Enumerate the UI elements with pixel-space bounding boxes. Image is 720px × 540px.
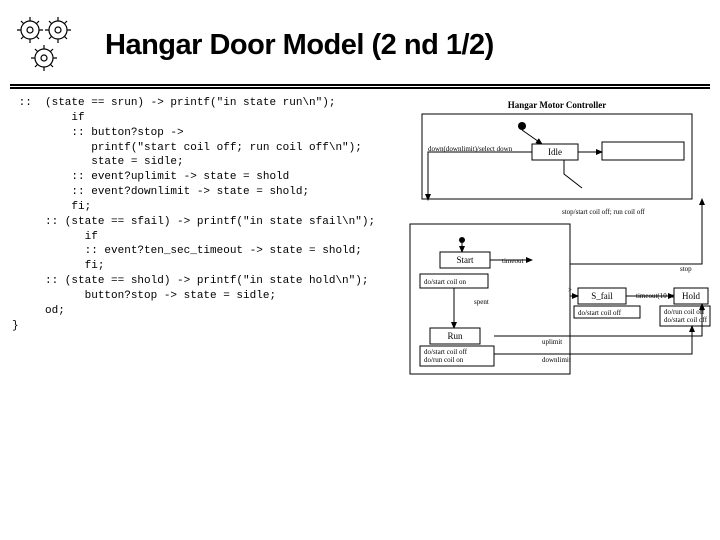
gears-logo xyxy=(10,10,95,80)
hold-label: Hold xyxy=(682,291,701,301)
initial-state xyxy=(518,122,526,130)
spent-label: spent xyxy=(474,298,489,306)
code-block: :: (state == srun) -> printf("in state r… xyxy=(12,96,375,334)
sfail-label: S_fail xyxy=(591,291,613,301)
do-start-on: do/start coil on xyxy=(424,278,466,286)
run-do-2: do/run coil on xyxy=(424,356,464,364)
run-do-1: do/start coil off xyxy=(424,348,468,356)
stop-note: stop/start coil off; run coil off xyxy=(562,208,645,216)
page-title: Hangar Door Model (2 nd 1/2) xyxy=(105,29,494,62)
downlimit: downlimit xyxy=(542,356,571,364)
sfail-do: do/start coil off xyxy=(578,309,622,317)
stop-label: stop xyxy=(680,265,692,273)
state-diagram: Hangar Motor Controller Idle down(downli… xyxy=(402,96,712,416)
idle-label: Idle xyxy=(548,147,562,157)
timeout-label: timeout xyxy=(502,257,523,265)
hmc-title: Hangar Motor Controller xyxy=(508,100,607,110)
start-label: Start xyxy=(457,255,474,265)
svg-text:do/start coil off: do/start coil off xyxy=(664,316,708,324)
svg-text:>: > xyxy=(568,286,572,294)
svg-text:do/run coil off: do/run coil off xyxy=(664,308,705,316)
uplimit: uplimit xyxy=(542,338,562,346)
run-label: Run xyxy=(447,331,463,341)
